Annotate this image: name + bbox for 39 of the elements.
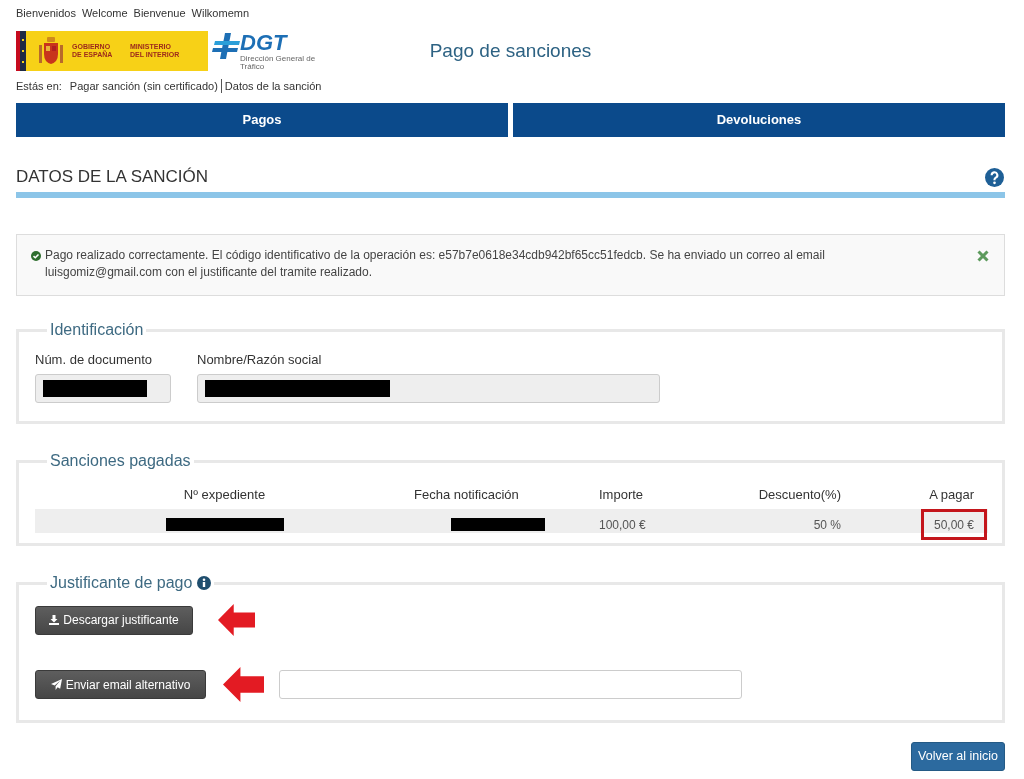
page-title: Pago de sanciones xyxy=(429,39,592,63)
nav-button[interactable]: Pagos xyxy=(16,103,508,137)
table-cell: 100,00 € xyxy=(599,516,646,533)
info-icon[interactable] xyxy=(197,576,212,590)
breadcrumb-label: Estás en: xyxy=(16,79,62,93)
column-header: Nº expediente xyxy=(183,487,266,503)
send-button[interactable]: Enviar email alternativo xyxy=(35,670,206,699)
help-icon[interactable] xyxy=(985,167,1004,187)
breadcrumb-current: Datos de la sanción xyxy=(220,79,322,93)
logo-subtitle: Dirección General de Tráfico xyxy=(240,55,316,71)
panel-title: Sanciones pagadas xyxy=(49,452,192,470)
panel-title: Justificante de pago xyxy=(50,574,193,592)
column-header: Descuento(%) xyxy=(758,487,841,503)
field-label: Núm. de documento xyxy=(35,352,154,368)
language-link[interactable]: Wilkomemn xyxy=(191,5,250,21)
alert-message: Pago realizado correctamente. El código identificativo de la operación es: e57b7e0618e34cdb942bf65cc51fedcb. Se ha enviado un correo al email luisgomiz@gmail.com con el justificante del tramite realizado. xyxy=(45,247,826,281)
download-icon xyxy=(49,615,60,625)
field-label: Nombre/Razón social xyxy=(197,352,323,368)
column-header: Importe xyxy=(599,487,644,503)
close-icon[interactable] xyxy=(977,250,989,262)
section-heading: DATOS DE LA SANCIÓN xyxy=(16,166,209,188)
language-link[interactable]: Welcome xyxy=(81,5,128,21)
table-cell: 50,00 € xyxy=(920,509,987,540)
crossed-stripes-icon xyxy=(212,33,240,59)
email-field[interactable] xyxy=(279,670,742,699)
coat-of-arms-icon xyxy=(38,37,64,65)
breadcrumb-link[interactable]: Pagar sanción (sin certificado) xyxy=(69,79,218,93)
paper-plane-icon xyxy=(50,679,62,690)
check-circle-icon xyxy=(31,251,41,261)
back-button[interactable]: Volver al inicio xyxy=(911,742,1005,771)
column-header: A pagar xyxy=(929,487,974,503)
logo-text: DGT xyxy=(240,31,289,55)
language-link[interactable]: Bienvenidos xyxy=(16,5,76,21)
nav-button[interactable]: Devoluciones xyxy=(513,103,1005,137)
panel-title: Identificación xyxy=(49,321,145,339)
column-header: Fecha notificación xyxy=(414,487,519,503)
table-cell: 50 % xyxy=(813,516,841,533)
download-button[interactable]: Descargar justificante xyxy=(35,605,193,635)
language-link[interactable]: Bienvenue xyxy=(133,5,186,21)
